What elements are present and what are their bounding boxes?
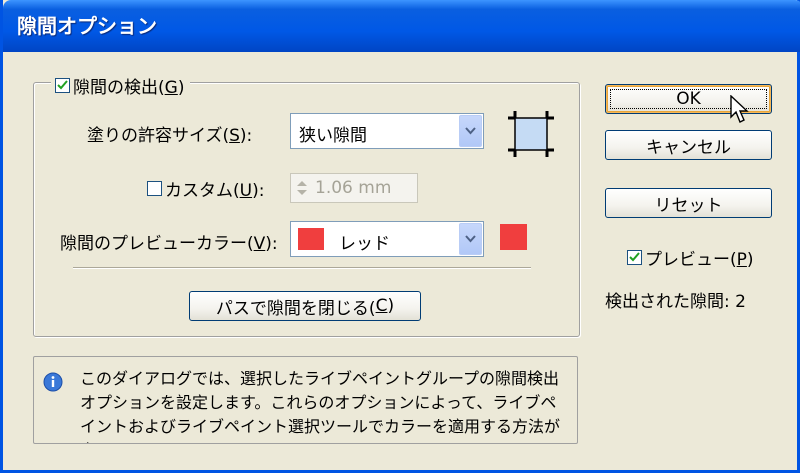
cursor-icon: [730, 95, 749, 123]
check-icon: [57, 79, 68, 89]
custom-size-value: 1.06 mm: [315, 178, 392, 198]
title-bar[interactable]: 隙間オプション: [3, 0, 800, 52]
fill-size-select[interactable]: 狭い隙間: [290, 113, 484, 149]
info-box: このダイアログでは、選択したライブペイントグループの隙間検出オプションを設定しま…: [33, 356, 578, 444]
fill-size-label: 塗りの許容サイズ(S):: [87, 126, 253, 146]
window-title: 隙間オプション: [17, 14, 157, 38]
group-separator: [73, 267, 531, 269]
dialog-window: 隙間オプション 隙間の検出(G) 塗りの許容サイズ(S): 狭い隙間 カスタム(…: [0, 0, 800, 473]
close-gaps-with-paths-button[interactable]: パスで隙間を閉じる(C): [189, 291, 421, 321]
preview-check[interactable]: [627, 250, 642, 265]
gap-size-icon: [508, 111, 554, 157]
color-swatch-in-select: [298, 228, 324, 250]
spinner-icon[interactable]: [293, 176, 311, 200]
custom-checkbox[interactable]: カスタム(U):: [147, 176, 264, 201]
detect-gaps-label: 隙間の検出(G): [73, 77, 185, 98]
gaps-found-status: 検出された隙間: 2: [605, 292, 746, 312]
custom-label: カスタム(U):: [165, 181, 265, 201]
fill-size-value: 狭い隙間: [299, 126, 367, 146]
preview-color-select[interactable]: レッド: [290, 221, 484, 257]
detect-gaps-checkbox[interactable]: 隙間の検出(G): [51, 73, 191, 98]
reset-button[interactable]: リセット: [605, 188, 772, 218]
preview-color-swatch[interactable]: [500, 224, 527, 250]
detect-gaps-check[interactable]: [55, 77, 70, 93]
preview-color-label: 隙間のプレビューカラー(V):: [60, 234, 278, 254]
check-icon: [629, 252, 640, 262]
custom-size-stepper[interactable]: 1.06 mm: [290, 173, 418, 203]
cancel-button[interactable]: キャンセル: [605, 130, 772, 160]
info-icon: [43, 372, 63, 392]
custom-check[interactable]: [147, 181, 162, 196]
dropdown-arrow-icon[interactable]: [459, 223, 482, 255]
preview-color-value: レッド: [339, 234, 390, 254]
dropdown-arrow-icon[interactable]: [459, 115, 482, 147]
preview-checkbox[interactable]: プレビュー(P): [627, 245, 754, 270]
info-text: このダイアログでは、選択したライブペイントグループの隙間検出オプションを設定しま…: [80, 369, 561, 443]
preview-label: プレビュー(P): [645, 250, 754, 270]
